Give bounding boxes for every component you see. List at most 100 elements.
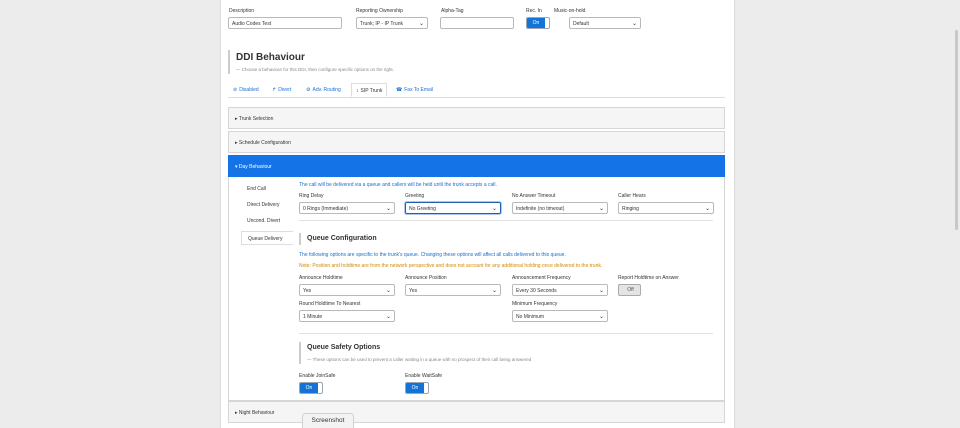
chevron-down-icon: ⌄: [418, 21, 424, 27]
page-title: DDI Behaviour: [236, 52, 305, 63]
chevron-down-icon: ⌄: [385, 314, 391, 320]
chevron-down-icon: ⌄: [385, 288, 391, 294]
divider: [299, 220, 713, 221]
scrollbar[interactable]: [955, 30, 958, 230]
disabled-icon: ⊘: [233, 87, 238, 93]
announce-holdtime-select[interactable]: Yes ⌄: [299, 284, 395, 296]
tab-label: Divert: [278, 87, 292, 93]
greeting-select[interactable]: No Greeting ⌄: [405, 202, 501, 214]
page-subtitle: — Choose a behaviour for this DDI, then …: [236, 67, 394, 72]
trunk-icon: ↕: [356, 88, 359, 94]
alpha-tag-label: Alpha-Tag: [441, 8, 464, 14]
chevron-down-icon: ⌄: [598, 288, 604, 294]
announce-freq-select[interactable]: Every 30 Seconds ⌄: [512, 284, 608, 296]
leftnav-end-call[interactable]: End Call: [241, 182, 293, 196]
caller-hears-value: Ringing: [622, 206, 639, 212]
announce-position-select[interactable]: Yes ⌄: [405, 284, 501, 296]
caller-hears-label: Caller Hears: [618, 193, 646, 199]
moh-select[interactable]: Default ⌄: [569, 17, 641, 29]
rec-in-toggle-on: On: [527, 18, 545, 28]
announce-holdtime-value: Yes: [303, 288, 312, 294]
waitsafe-toggle[interactable]: On: [405, 382, 429, 394]
chevron-down-icon: ⌄: [704, 206, 710, 212]
tab-fax-to-email[interactable]: ☎ Fax To Email: [396, 83, 433, 97]
chevron-down-icon: ⌄: [491, 288, 497, 294]
day-intro: The call will be delivered via a queue a…: [299, 182, 497, 188]
no-answer-value: Indefinite (no timeout): [516, 206, 565, 212]
leftnav-queue-delivery[interactable]: Queue Delivery: [241, 231, 293, 245]
no-answer-label: No Answer Timeout: [512, 193, 556, 199]
tab-label: Disabled: [239, 87, 259, 93]
min-frequency-select[interactable]: No Minimum ⌄: [512, 310, 608, 322]
announce-freq-value: Every 30 Seconds: [516, 288, 557, 294]
chevron-down-icon: ⌄: [385, 206, 391, 212]
tab-disabled[interactable]: ⊘ Disabled: [233, 83, 259, 97]
chevron-down-icon: ⌄: [631, 21, 637, 27]
queue-info: The following options are specific to th…: [299, 252, 566, 258]
waitsafe-on: On: [406, 383, 424, 393]
description-input[interactable]: Audio Codes Test: [228, 17, 342, 29]
tab-label: SIP Trunk: [360, 88, 383, 94]
description-label: Description: [229, 8, 255, 14]
leftnav-uncond-divert[interactable]: Uncond. Divert: [241, 214, 293, 228]
ring-delay-select[interactable]: 0 Rings (Immediate) ⌄: [299, 202, 395, 214]
queue-note: Note: Position and holdtime are from the…: [299, 263, 603, 269]
min-frequency-label: Minimum Frequency: [512, 301, 558, 307]
ownership-select[interactable]: Trunk; IP - IP Trunk ⌄: [356, 17, 428, 29]
screenshot-tab[interactable]: Screenshot: [302, 413, 354, 428]
joinsafe-label: Enable JoinSafe: [299, 373, 336, 379]
queue-heading-bar: [299, 233, 301, 245]
announce-holdtime-label: Announce Holdtime: [299, 275, 343, 281]
leftnav-direct-delivery[interactable]: Direct Delivery: [241, 198, 293, 212]
tab-adv-routing[interactable]: ⚙ Adv. Routing: [306, 83, 341, 97]
joinsafe-toggle[interactable]: On: [299, 382, 323, 394]
section-trunk-selection[interactable]: ▸ Trunk Selection: [228, 107, 725, 129]
page-content: Description Audio Codes Test Reporting O…: [220, 0, 735, 428]
tab-label: Adv. Routing: [312, 87, 341, 93]
round-holdtime-label: Round Holdtime To Nearest: [299, 301, 361, 307]
chevron-down-icon: ⌄: [598, 206, 604, 212]
moh-value: Default: [573, 21, 589, 27]
moh-label: Music-on-hold: [554, 8, 586, 14]
report-holdtime-off: Off: [627, 287, 634, 293]
rec-in-toggle[interactable]: On: [526, 17, 550, 29]
announce-position-value: Yes: [409, 288, 418, 294]
queue-safety-title: Queue Safety Options: [307, 344, 381, 351]
ownership-label: Reporting Ownership: [356, 8, 403, 14]
ring-delay-label: Ring Delay: [299, 193, 324, 199]
chevron-down-icon: ⌄: [598, 314, 604, 320]
waitsafe-label: Enable WaitSafe: [405, 373, 443, 379]
round-holdtime-value: 1 Minute: [303, 314, 323, 320]
rec-in-label: Rec. In: [526, 8, 542, 14]
announce-freq-label: Announcement Frequency: [512, 275, 571, 281]
tab-divert[interactable]: ↱ Divert: [272, 83, 291, 97]
report-holdtime-toggle[interactable]: Off: [618, 284, 641, 296]
ownership-value: Trunk; IP - IP Trunk: [360, 21, 403, 27]
queue-config-title: Queue Configuration: [307, 235, 377, 242]
greeting-label: Greeting: [405, 193, 425, 199]
caller-hears-select[interactable]: Ringing ⌄: [618, 202, 714, 214]
greeting-value: No Greeting: [409, 206, 436, 212]
round-holdtime-select[interactable]: 1 Minute ⌄: [299, 310, 395, 322]
queue-safety-subtitle: — These options can be used to prevent a…: [307, 357, 532, 362]
day-behaviour-panel: End Call Direct Delivery Uncond. Divert …: [228, 177, 725, 401]
joinsafe-on: On: [300, 383, 318, 393]
tab-sip-trunk[interactable]: ↕ SIP Trunk: [351, 83, 388, 97]
chevron-down-icon: ⌄: [491, 206, 497, 212]
section-schedule-configuration[interactable]: ▸ Schedule Configuration: [228, 131, 725, 153]
gears-icon: ⚙: [306, 87, 311, 93]
tab-label: Fax To Email: [404, 87, 434, 93]
fax-icon: ☎: [396, 87, 403, 93]
announce-position-label: Announce Position: [405, 275, 447, 281]
divider: [299, 333, 713, 334]
tab-divider: [228, 97, 725, 98]
ring-delay-value: 0 Rings (Immediate): [303, 206, 349, 212]
heading-bar: [228, 50, 230, 74]
section-day-behaviour[interactable]: ▾ Day Behaviour: [228, 155, 725, 177]
no-answer-select[interactable]: Indefinite (no timeout) ⌄: [512, 202, 608, 214]
safety-heading-bar: [299, 342, 301, 364]
alpha-tag-input[interactable]: [440, 17, 514, 29]
divert-icon: ↱: [272, 87, 277, 93]
min-frequency-value: No Minimum: [516, 314, 545, 320]
report-holdtime-label: Report Holdtime on Answer: [618, 275, 679, 281]
